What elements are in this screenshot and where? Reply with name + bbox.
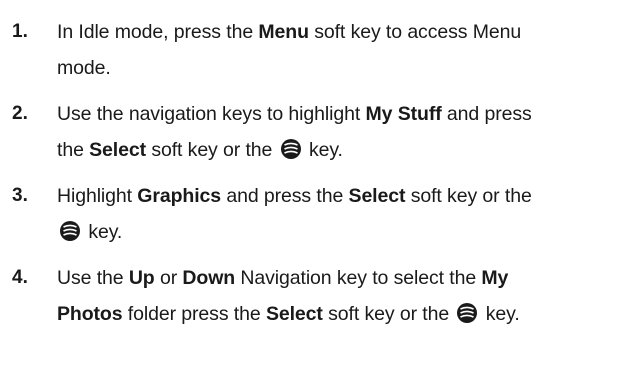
- key-term: My Stuff: [365, 103, 442, 125]
- instruction-steps: 1. In Idle mode, press the Menu soft key…: [0, 0, 644, 365]
- key-term: Select: [89, 139, 146, 161]
- center-select-key-icon: [60, 221, 80, 241]
- step-text-run: and press the: [221, 185, 349, 207]
- step-text-run: soft key or the: [146, 139, 278, 161]
- step-text-run: soft key or the: [405, 185, 532, 207]
- step-text: In Idle mode, press the Menu soft key to…: [57, 14, 642, 86]
- step-text-run: and press: [441, 103, 532, 125]
- center-select-key-icon: [280, 139, 301, 159]
- step-text-run: Navigation key to select the: [235, 267, 482, 289]
- step-text-run: folder press the: [122, 303, 266, 325]
- step-number: 2.: [12, 103, 28, 124]
- key-term: Photos: [57, 303, 123, 325]
- step-text: Use the Up or Down Navigation key to sel…: [57, 260, 642, 332]
- step-text-run: soft key to access Menu: [308, 21, 522, 43]
- key-term: Graphics: [137, 185, 222, 207]
- key-term: Up: [128, 267, 155, 289]
- step-text-run: In Idle mode, press the: [57, 21, 259, 43]
- step-number: 3.: [12, 185, 28, 206]
- step-text-run: the: [57, 139, 90, 161]
- step-text-run: key.: [303, 139, 343, 161]
- step-text-run: or: [154, 267, 183, 289]
- key-term: Menu: [258, 21, 309, 43]
- step-text: Highlight Graphics and press the Select …: [57, 178, 642, 250]
- key-term: Down: [182, 267, 236, 289]
- step-text-run: soft key or the: [322, 303, 455, 325]
- step-text-run: key.: [83, 221, 123, 243]
- step-number: 1.: [12, 21, 28, 42]
- key-term: My: [481, 267, 509, 289]
- key-term: Select: [348, 185, 406, 207]
- step-text-run: mode.: [57, 57, 111, 79]
- step-text-run: Use the: [57, 267, 129, 289]
- center-select-key-icon: [457, 303, 478, 323]
- key-term: Select: [265, 303, 323, 325]
- step-text-run: Highlight: [57, 185, 138, 207]
- step-text: Use the navigation keys to highlight My …: [57, 96, 642, 168]
- step-number: 4.: [12, 267, 28, 288]
- step-text-run: key.: [480, 303, 520, 325]
- step-text-run: Use the navigation keys to highlight: [57, 103, 366, 125]
